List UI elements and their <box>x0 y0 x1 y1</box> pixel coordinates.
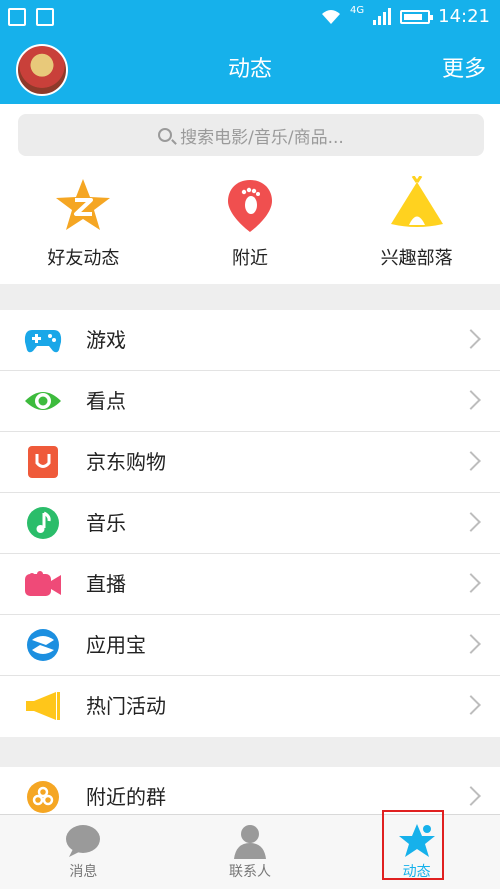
app-store-icon <box>27 629 59 661</box>
chevron-right-icon <box>461 786 481 806</box>
status-bar: 4G 14:21 <box>0 0 500 36</box>
tab-contacts[interactable]: 联系人 <box>167 815 334 889</box>
clock: 14:21 <box>438 6 490 27</box>
chevron-right-icon <box>461 634 481 654</box>
more-button[interactable]: 更多 <box>442 36 486 104</box>
music-note-icon <box>27 507 59 539</box>
section-divider <box>0 284 500 310</box>
list-item-games[interactable]: 游戏 <box>0 310 500 371</box>
list-item-label: 音乐 <box>86 511 126 535</box>
chevron-right-icon <box>461 329 481 349</box>
list-item-label: 京东购物 <box>86 450 166 474</box>
upload-notification-icon <box>36 8 54 26</box>
list-item-label: 应用宝 <box>86 633 146 657</box>
search-input[interactable]: 搜索电影/音乐/商品... <box>18 114 484 156</box>
chevron-right-icon <box>461 573 481 593</box>
list-item-label: 直播 <box>86 572 126 596</box>
image-notification-icon <box>8 8 26 26</box>
location-footprint-icon <box>228 180 272 232</box>
list-item-music[interactable]: 音乐 <box>0 493 500 554</box>
tab-label: 联系人 <box>229 864 271 880</box>
page-title: 动态 <box>227 57 272 82</box>
star-z-icon <box>56 179 111 230</box>
list-item-label: 游戏 <box>86 328 126 352</box>
section-divider <box>0 737 500 767</box>
quick-interest-tribe[interactable]: 兴趣部落 <box>333 164 500 284</box>
quick-friends-feed[interactable]: 好友动态 <box>0 164 167 284</box>
battery-icon <box>400 9 434 24</box>
quick-entries: 好友动态 附近 兴趣部落 <box>0 164 500 284</box>
search-placeholder: 搜索电影/音乐/商品... <box>180 127 344 148</box>
search-icon <box>158 128 173 142</box>
quick-label: 好友动态 <box>47 248 120 269</box>
tab-messages[interactable]: 消息 <box>0 815 167 889</box>
list-item-label: 热门活动 <box>86 694 166 718</box>
quick-label: 附近 <box>232 248 268 269</box>
eye-icon <box>25 392 61 410</box>
shopping-bag-icon <box>28 446 58 478</box>
tab-label: 消息 <box>69 864 98 880</box>
list-item-hot-events[interactable]: 热门活动 <box>0 676 500 737</box>
wifi-icon <box>322 9 340 24</box>
network-type: 4G <box>350 5 365 16</box>
chevron-right-icon <box>461 512 481 532</box>
megaphone-icon <box>26 692 60 720</box>
quick-label: 兴趣部落 <box>380 248 453 269</box>
tent-icon <box>390 176 443 227</box>
list-item-live[interactable]: 直播 <box>0 554 500 615</box>
chat-bubble-icon <box>66 825 101 857</box>
quick-nearby[interactable]: 附近 <box>167 164 334 284</box>
chevron-right-icon <box>461 390 481 410</box>
highlight-box <box>382 810 444 880</box>
list-item-label: 看点 <box>86 389 126 413</box>
chevron-right-icon <box>461 695 481 715</box>
signal-icon <box>373 7 392 25</box>
person-icon <box>234 825 266 859</box>
list-item-label: 附近的群 <box>86 785 166 809</box>
title-bar: 动态 更多 <box>0 36 500 104</box>
chevron-right-icon <box>461 451 481 471</box>
list-item-jd-shopping[interactable]: 京东购物 <box>0 432 500 493</box>
gamepad-icon <box>24 330 62 353</box>
list-item-kandian[interactable]: 看点 <box>0 371 500 432</box>
list-item-app-store[interactable]: 应用宝 <box>0 615 500 676</box>
search-area: 搜索电影/音乐/商品... <box>0 104 500 164</box>
video-camera-icon <box>25 571 61 596</box>
group-icon <box>27 781 59 813</box>
feature-list: 游戏 看点 京东购物 音乐 直播 应用宝 热门活动 <box>0 310 500 737</box>
